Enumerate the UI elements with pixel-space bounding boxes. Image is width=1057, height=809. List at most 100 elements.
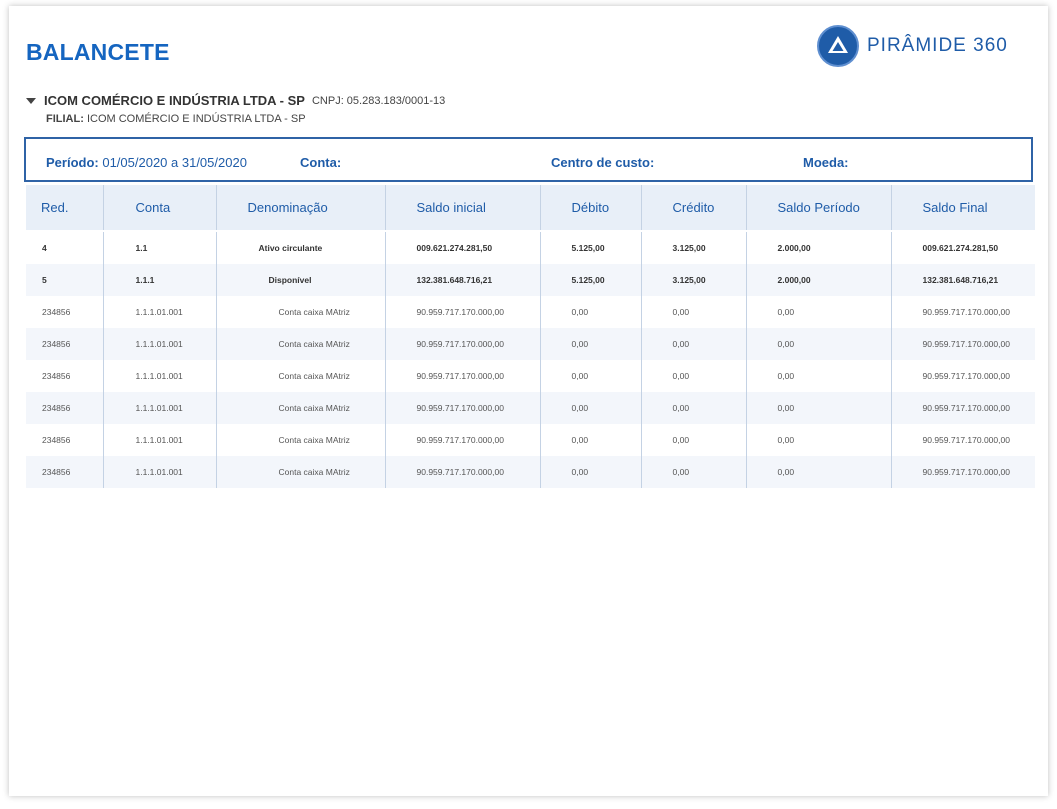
centro-custo-filter-label[interactable]: Centro de custo:: [551, 155, 654, 170]
cell-saldo-inicial: 90.959.717.170.000,00: [385, 296, 541, 328]
filial-label: FILIAL:: [46, 113, 84, 125]
cell-conta: 1.1.1.01.001: [103, 424, 217, 456]
cell-debito: 0,00: [540, 456, 642, 488]
cell-denominacao: Conta caixa MAtriz: [216, 328, 386, 360]
cell-saldo-final: 90.959.717.170.000,00: [891, 328, 1035, 360]
column-header[interactable]: Crédito: [641, 185, 747, 231]
cell-denominacao: Conta caixa MAtriz: [216, 456, 386, 488]
table-row[interactable]: 234856 1.1.1.01.001 Conta caixa MAtriz 90.9…: [26, 328, 1035, 360]
table-row[interactable]: 234856 1.1.1.01.001 Conta caixa MAtriz 90.9…: [26, 392, 1035, 424]
cell-conta: 1.1.1.01.001: [103, 328, 217, 360]
cell-credito: 0,00: [641, 424, 747, 456]
cell-conta: 1.1.1.01.001: [103, 456, 217, 488]
cell-denominacao: Conta caixa MAtriz: [216, 296, 386, 328]
cell-saldo-periodo: 0,00: [746, 392, 892, 424]
column-header[interactable]: Saldo Período: [746, 185, 892, 231]
cell-saldo-periodo: 0,00: [746, 424, 892, 456]
cell-credito: 0,00: [641, 328, 747, 360]
cell-denominacao: Conta caixa MAtriz: [216, 392, 386, 424]
cell-saldo-final: 90.959.717.170.000,00: [922, 371, 1010, 381]
cell-saldo-periodo: 0,00: [746, 328, 892, 360]
cell-saldo-periodo: 0,00: [746, 360, 892, 392]
cell-red: 5: [26, 264, 104, 296]
cell-conta: 1.1.1.01.001: [103, 296, 217, 328]
cell-conta: 1.1.1.01.001: [103, 392, 217, 424]
cell-conta: 1.1: [103, 230, 217, 264]
table-row[interactable]: 234856 1.1.1.01.001 Conta caixa MAtriz 90.9…: [26, 296, 1035, 328]
table-row[interactable]: 234856 1.1.1.01.001 Conta caixa MAtriz 90.9…: [26, 456, 1035, 488]
cell-debito: 0,00: [540, 328, 642, 360]
cell-red: 234856: [26, 392, 104, 424]
cell-red: 234856: [26, 456, 104, 488]
cell-red: 234856: [26, 296, 104, 328]
cell-saldo-final: 90.959.717.170.000,00: [891, 456, 1035, 488]
company-name: ICOM COMÉRCIO E INDÚSTRIA LTDA - SP: [44, 93, 305, 108]
cell-debito: 5.125,00: [540, 264, 642, 296]
filial-line: FILIAL: ICOM COMÉRCIO E INDÚSTRIA LTDA -…: [46, 113, 306, 125]
company-row: ICOM COMÉRCIO E INDÚSTRIA LTDA - SP CNPJ…: [26, 93, 445, 108]
cell-credito: 0,00: [641, 456, 747, 488]
cell-saldo-inicial: 009.621.274.281,50: [385, 230, 541, 264]
cell-saldo-final: 132.381.648.716,21: [891, 264, 1035, 296]
cell-debito: 0,00: [540, 296, 642, 328]
periodo-value: 01/05/2020 a 31/05/2020: [98, 155, 247, 170]
cell-denominacao: Conta caixa MAtriz: [216, 360, 386, 392]
conta-filter-label[interactable]: Conta:: [300, 155, 341, 170]
cell-saldo-inicial: 90.959.717.170.000,00: [385, 424, 541, 456]
column-header[interactable]: Saldo inicial: [385, 185, 541, 231]
moeda-filter-label[interactable]: Moeda:: [803, 155, 849, 170]
cell-saldo-periodo: 2.000,00: [746, 230, 892, 264]
cell-credito: 0,00: [641, 392, 747, 424]
column-header[interactable]: Débito: [540, 185, 642, 231]
cell-saldo-final: 90.959.717.170.000,00: [891, 392, 1035, 424]
column-header[interactable]: Saldo Final: [891, 185, 1035, 231]
cell-saldo-inicial: 132.381.648.716,21: [385, 264, 541, 296]
column-header[interactable]: Conta: [103, 185, 217, 231]
report-sheet: BALANCETE PIRÂMIDE 360 ICOM COMÉRCIO E I…: [9, 6, 1048, 796]
cell-red: 234856: [26, 424, 104, 456]
brand-logo: PIRÂMIDE 360: [817, 24, 1008, 68]
cell-saldo-periodo: 2.000,00: [746, 264, 892, 296]
cell-conta: 1.1.1: [103, 264, 217, 296]
cell-credito: 0,00: [641, 296, 747, 328]
cell-credito: 0,00: [641, 360, 747, 392]
cell-conta: 1.1.1.01.001: [103, 360, 217, 392]
cell-saldo-periodo: 0,00: [746, 456, 892, 488]
company-cnpj: CNPJ: 05.283.183/0001-13: [311, 94, 446, 107]
cell-saldo-final: 90.959.717.170.000,00: [922, 307, 1010, 317]
cell-debito: 0,00: [540, 360, 642, 392]
table-row[interactable]: 5 1.1.1 Disponível 132.381.648.716,21 5.125,…: [26, 264, 1035, 296]
cell-saldo-inicial: 90.959.717.170.000,00: [385, 456, 541, 488]
cell-red: 234856: [26, 360, 104, 392]
caret-down-icon[interactable]: [26, 97, 36, 104]
cell-credito: 3.125,00: [641, 264, 747, 296]
cell-saldo-final: 90.959.717.170.000,00: [922, 435, 1010, 445]
cell-red: 234856: [26, 328, 104, 360]
pyramid-logo-icon: [817, 25, 859, 67]
cell-red: 4: [26, 230, 104, 264]
table-row[interactable]: 234856 1.1.1.01.001 Conta caixa MAtriz 90.9…: [26, 360, 1035, 392]
column-header[interactable]: Red.: [26, 185, 104, 231]
cell-saldo-inicial: 90.959.717.170.000,00: [385, 328, 541, 360]
cell-credito: 3.125,00: [641, 230, 747, 264]
table-header-row: Red. Conta Denominação Saldo inicial Déb…: [26, 185, 1035, 231]
cell-denominacao: Ativo circulante: [216, 230, 386, 264]
periodo-filter[interactable]: Período: 01/05/2020 a 31/05/2020: [46, 155, 247, 170]
page-title: BALANCETE: [26, 39, 170, 65]
cell-debito: 0,00: [540, 392, 642, 424]
cell-saldo-inicial: 90.959.717.170.000,00: [385, 392, 541, 424]
cell-saldo-periodo: 0,00: [746, 296, 892, 328]
brand-name: PIRÂMIDE 360: [867, 35, 1008, 56]
periodo-label: Período:: [46, 155, 99, 170]
filter-bar: Período: 01/05/2020 a 31/05/2020 Conta: …: [24, 137, 1033, 182]
cell-debito: 0,00: [540, 424, 642, 456]
column-header[interactable]: Denominação: [216, 185, 386, 231]
balancete-table: Red. Conta Denominação Saldo inicial Déb…: [26, 185, 1035, 488]
cell-saldo-inicial: 90.959.717.170.000,00: [385, 360, 541, 392]
filial-value: ICOM COMÉRCIO E INDÚSTRIA LTDA - SP: [83, 113, 306, 125]
cell-saldo-final: 009.621.274.281,50: [891, 230, 1035, 264]
cell-denominacao: Conta caixa MAtriz: [216, 424, 386, 456]
table-row[interactable]: 234856 1.1.1.01.001 Conta caixa MAtriz 90.9…: [26, 424, 1035, 456]
table-row[interactable]: 4 1.1 Ativo circulante 009.621.274.281,50 5.…: [26, 230, 1035, 264]
cell-debito: 5.125,00: [540, 230, 642, 264]
